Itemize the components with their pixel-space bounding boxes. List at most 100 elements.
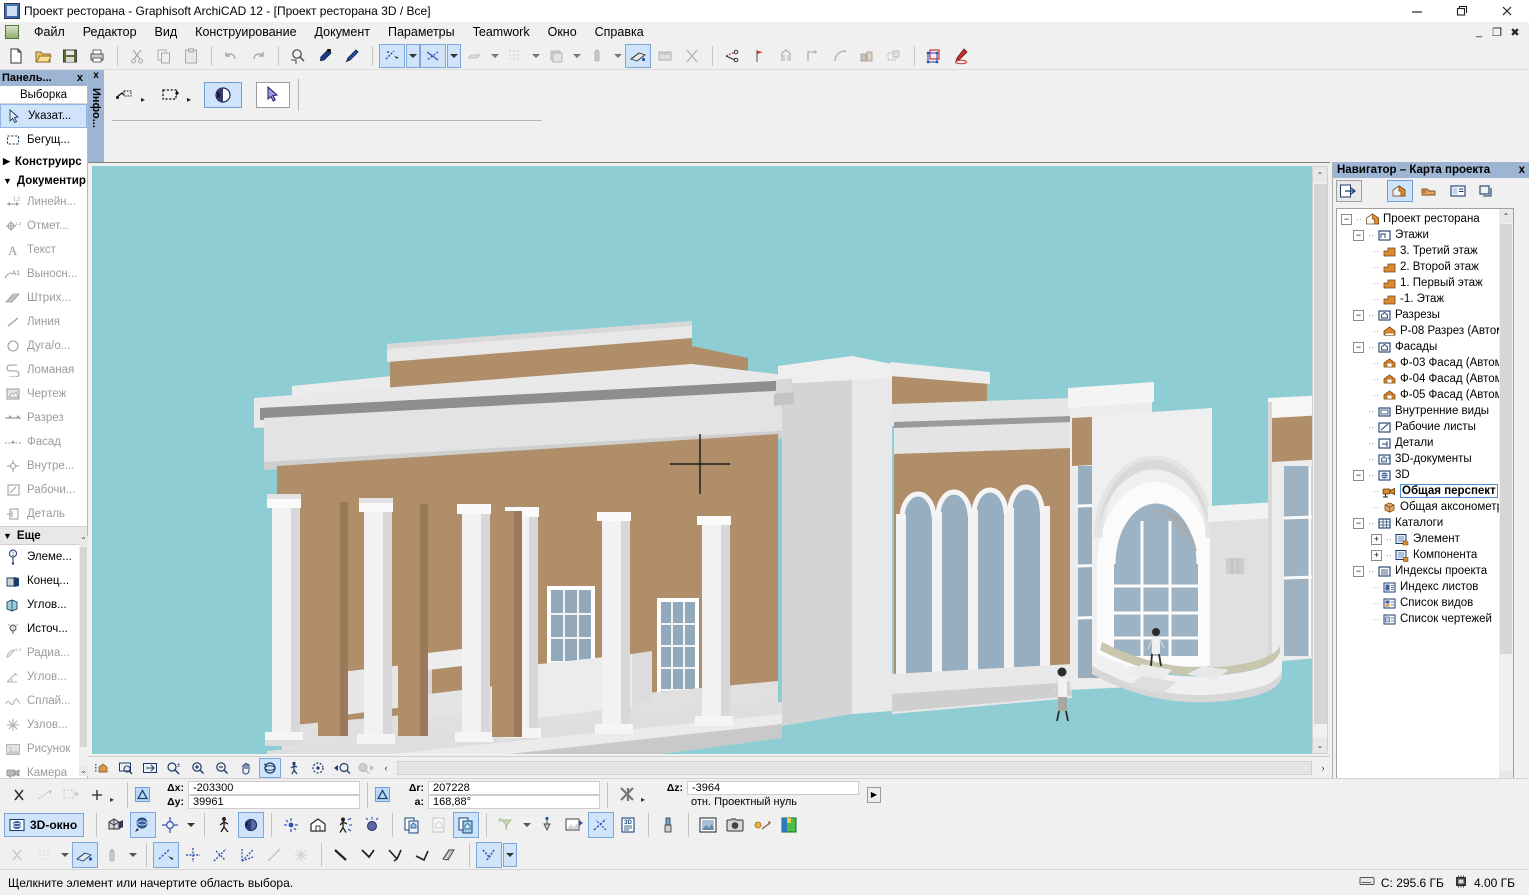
tree-node-view-list[interactable]: ·· Список видов [1337, 595, 1513, 611]
tree-node-drawing-list[interactable]: ·· Список чертежей [1337, 611, 1513, 627]
navigator-popup-icon[interactable] [1336, 180, 1362, 202]
undo-icon[interactable] [218, 44, 244, 68]
3d-axis-dropdown[interactable] [184, 813, 198, 837]
trace-icon[interactable] [534, 812, 560, 838]
marquee-settings-dropdown[interactable]: ▸ [184, 83, 194, 107]
palette-icon[interactable] [776, 812, 802, 838]
grid-snap-off-icon[interactable] [31, 842, 57, 868]
tool-text[interactable]: A Текст [0, 238, 87, 262]
tool-arc-circle[interactable]: Дуга/о... [0, 334, 87, 358]
paint-3d-icon[interactable] [655, 812, 681, 838]
tree-node-elevation-f05[interactable]: ·· Ф-05 Фасад (Автом [1337, 387, 1513, 403]
arrow-settings-dropdown[interactable]: ▸ [138, 83, 148, 107]
zoom-in-icon[interactable] [187, 758, 209, 778]
multiply-icon[interactable] [854, 44, 880, 68]
tree-node-story-minus1[interactable]: ·· -1. Этаж [1337, 291, 1513, 307]
menu-edit[interactable]: Редактор [74, 23, 146, 41]
tree-node-stories[interactable]: − ·· Этажи [1337, 227, 1513, 243]
tool-radial-dimension[interactable]: 1.2 Радиа... [0, 641, 87, 665]
explore-icon[interactable] [307, 758, 329, 778]
3d-view-thumb-icon[interactable] [91, 758, 113, 778]
palette-close-icon[interactable]: x [77, 72, 83, 84]
mdi-minimize-button[interactable]: _ [1471, 26, 1487, 38]
expander-icon[interactable]: − [1353, 229, 1364, 241]
3d-projection-settings-icon[interactable] [130, 812, 157, 838]
palette-group-document[interactable]: ▼ Документир [0, 171, 87, 190]
3d-cutaway-icon[interactable] [103, 812, 129, 838]
selection-fill-icon[interactable] [204, 82, 242, 108]
viewport-scroll-down-icon[interactable]: ⌄ [1313, 737, 1327, 753]
tangent-icon[interactable] [234, 842, 260, 868]
3d-style-icon[interactable] [238, 812, 265, 838]
cut-icon[interactable] [124, 44, 150, 68]
pen-dropdown[interactable] [611, 44, 625, 68]
tool-spline[interactable]: Сплай... [0, 689, 87, 713]
previous-zoom-icon[interactable] [331, 758, 353, 778]
menu-help[interactable]: Справка [586, 23, 653, 41]
tool-drawing[interactable]: Чертеж [0, 382, 87, 406]
menu-teamwork[interactable]: Teamwork [464, 23, 539, 41]
next-zoom-icon[interactable] [355, 758, 377, 778]
tree-node-3d-documents[interactable]: ·· ≠ 3D-документы [1337, 451, 1513, 467]
walk-icon[interactable] [283, 758, 305, 778]
tool-interior-elevation[interactable]: Внутре... [0, 454, 87, 478]
expander-icon[interactable]: − [1353, 517, 1364, 529]
picture-frame-icon[interactable] [695, 812, 721, 838]
guide-lines-icon[interactable] [153, 841, 179, 868]
fillet-icon[interactable] [827, 44, 853, 68]
gravity-icon[interactable] [32, 782, 58, 808]
add-point-dropdown[interactable]: ▸ [110, 782, 120, 808]
3d-home-icon[interactable] [305, 812, 331, 838]
viewport-scroll-thumb[interactable] [1314, 184, 1327, 724]
grid-icon[interactable] [461, 44, 487, 68]
tree-node-sheet-index[interactable]: ·· Индекс листов [1337, 579, 1513, 595]
tool-arrow[interactable]: Указат... [0, 104, 87, 128]
relative-coords-icon[interactable] [58, 782, 84, 808]
pen-icon[interactable] [584, 44, 610, 68]
palette-group-more[interactable]: ▼ Еще [0, 526, 87, 545]
viewport-nav-collapse-icon[interactable]: ‹ [379, 758, 393, 778]
layout-book-icon[interactable] [1445, 180, 1471, 202]
menu-window[interactable]: Окно [539, 23, 586, 41]
tree-scroll-thumb[interactable] [1500, 224, 1512, 654]
palette-scroll-down-icon[interactable]: ⌄ [79, 766, 88, 776]
zoom-out-icon[interactable] [211, 758, 233, 778]
trim-icon[interactable] [719, 44, 745, 68]
snap-point-icon[interactable] [6, 782, 32, 808]
publisher-sets-icon[interactable] [1474, 180, 1500, 202]
infobox-close-icon[interactable]: x [88, 70, 104, 82]
tool-label[interactable]: A1 Выносн... [0, 262, 87, 286]
marquee-icon[interactable] [679, 44, 705, 68]
pan-hand-icon[interactable] [235, 758, 257, 778]
tree-node-general-axonometry[interactable]: ·· Общая аксонометр [1337, 499, 1513, 515]
tool-elevation[interactable]: Фасад [0, 430, 87, 454]
snap-guides-icon[interactable] [420, 43, 446, 68]
tool-light-source[interactable]: Источ... [0, 617, 87, 641]
find-select-icon[interactable] [285, 44, 311, 68]
all-elements-icon[interactable] [453, 812, 480, 838]
tree-node-story-3[interactable]: ·· 3. Третий этаж [1337, 243, 1513, 259]
tree-node-interior-elevations[interactable]: ·· Внутренние виды [1337, 403, 1513, 419]
tool-fill[interactable]: Штрих... [0, 286, 87, 310]
grid-snap-dropdown[interactable] [58, 843, 72, 867]
expander-icon[interactable]: + [1371, 533, 1382, 545]
fit-in-window-icon[interactable] [139, 758, 161, 778]
special-snap-icon[interactable] [288, 842, 314, 868]
save-file-icon[interactable] [57, 44, 83, 68]
tool-polyline[interactable]: Ломаная [0, 358, 87, 382]
minimize-button[interactable] [1394, 0, 1439, 22]
gravity-icon[interactable] [72, 841, 98, 868]
tree-node-schedules[interactable]: − ·· Каталоги [1337, 515, 1513, 531]
parallel-icon[interactable] [382, 842, 408, 868]
expander-icon[interactable]: − [1353, 565, 1364, 577]
angle-value[interactable]: 168,88° [428, 794, 600, 809]
snap-guides-dropdown[interactable] [447, 43, 461, 68]
snap-off-icon[interactable] [4, 842, 30, 868]
zoom-window-icon[interactable] [115, 758, 137, 778]
menu-view[interactable]: Вид [146, 23, 187, 41]
menu-file[interactable]: Файл [25, 23, 74, 41]
expander-icon[interactable]: − [1353, 309, 1364, 321]
delta-cartesian-icon[interactable] [135, 787, 150, 802]
zoom-dynamic-icon[interactable]: ± [163, 758, 185, 778]
line-angle-icon[interactable] [328, 842, 354, 868]
